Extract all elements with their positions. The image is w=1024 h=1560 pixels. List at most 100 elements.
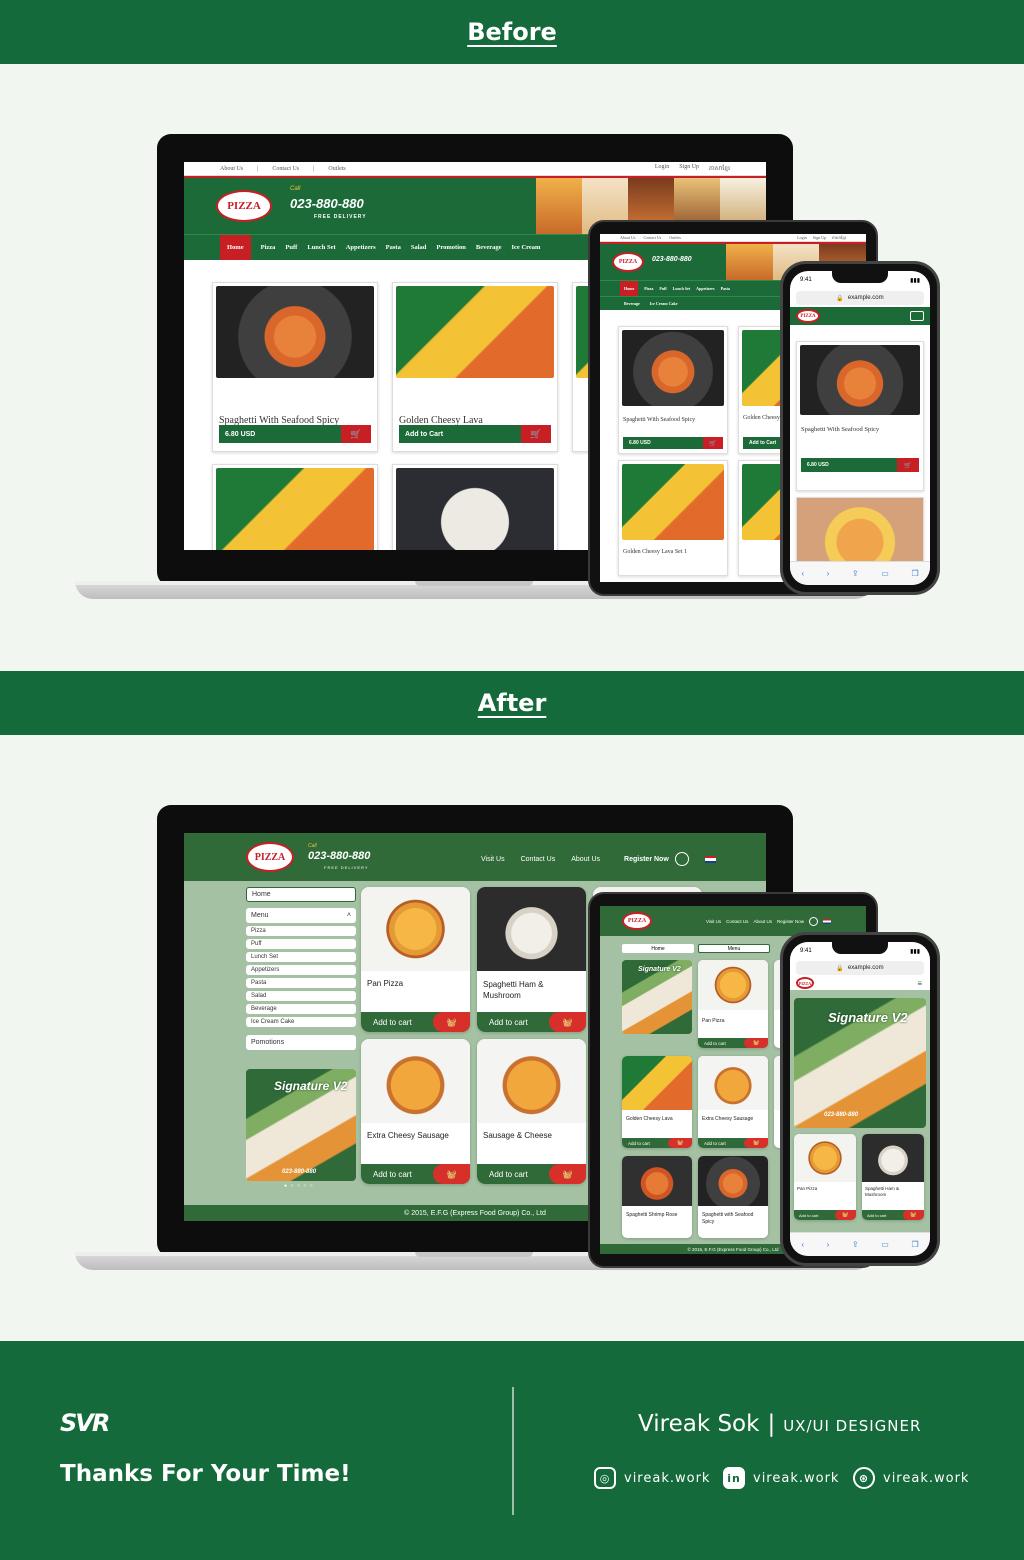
add-to-cart-button[interactable]: Add to cart 🧺 (622, 1138, 692, 1148)
bookmarks-icon[interactable]: ▭ (881, 1240, 889, 1249)
cart-icon[interactable]: 🛒 (703, 437, 723, 449)
carousel-dots[interactable]: ● ○ ○ ○ ○ (284, 1183, 314, 1189)
nav-lunch-set[interactable]: Lunch Set (673, 286, 690, 291)
nav-home[interactable]: Home (620, 281, 639, 296)
basket-icon[interactable]: 🧺 (432, 1164, 470, 1184)
url-bar[interactable]: 🔒 example.com (796, 291, 924, 305)
basket-icon[interactable]: 🧺 (744, 1038, 768, 1048)
uk-flag-icon[interactable] (704, 855, 716, 863)
nav-lunch-set[interactable]: Lunch Set (307, 244, 335, 251)
nav-ice-cream[interactable]: Ice Cream (512, 244, 541, 251)
signup-link[interactable]: Sign Up (679, 164, 699, 173)
basket-icon[interactable]: 🧺 (668, 1138, 692, 1148)
price-button[interactable]: 6.80 USD 🛒 (219, 425, 371, 443)
social-instagram[interactable]: ◎ vireak.work (594, 1467, 710, 1489)
pizza-company-logo[interactable]: PIZZA (796, 309, 820, 323)
nav-beverage[interactable]: Beverage (476, 244, 502, 251)
nav-ice-cream-cake[interactable]: Ice Cream Cake (650, 301, 678, 306)
social-linkedin[interactable]: in vireak.work (723, 1467, 839, 1489)
share-icon[interactable]: ⇪ (852, 1240, 859, 1249)
sidebar-item-pasta[interactable]: Pasta (246, 978, 356, 988)
pizza-company-logo[interactable]: PIZZA (622, 912, 652, 930)
nav-visit-us[interactable]: Visit Us (481, 856, 505, 863)
cart-icon[interactable]: 🛒 (897, 458, 919, 472)
uk-flag-icon[interactable] (822, 919, 831, 924)
add-to-cart-button[interactable]: Add to cart 🧺 (361, 1164, 470, 1184)
nav-contact-us[interactable]: Contact Us (726, 919, 748, 924)
pizza-company-logo[interactable]: PIZZA (216, 190, 272, 222)
nav-puff[interactable]: Puff (659, 286, 666, 291)
hamburger-menu-icon[interactable] (910, 311, 924, 321)
nav-about-us[interactable]: About Us (753, 919, 772, 924)
bookmarks-icon[interactable]: ▭ (881, 569, 889, 578)
nav-home[interactable]: Home (220, 235, 251, 260)
tabs-icon[interactable]: ❐ (911, 1240, 918, 1249)
nav-pizza[interactable]: Pizza (261, 244, 276, 251)
nav-pizza[interactable]: Pizza (644, 286, 653, 291)
price-button[interactable]: 6.80 USD 🛒 (623, 437, 723, 449)
top-link-contact[interactable]: Contact Us (272, 166, 299, 172)
forward-icon[interactable]: › (827, 569, 830, 578)
nav-promotion[interactable]: Promotion (436, 244, 466, 251)
basket-icon[interactable]: 🧺 (834, 1210, 856, 1220)
url-bar[interactable]: 🔒 example.com (796, 961, 924, 975)
top-link-outlets[interactable]: Outlets (669, 235, 681, 240)
price-button[interactable]: 6.80 USD 🛒 (801, 458, 919, 472)
login-link[interactable]: Login (797, 235, 807, 241)
top-link-about[interactable]: About Us (220, 166, 243, 172)
nav-about-us[interactable]: About Us (571, 856, 600, 863)
add-to-cart-button[interactable]: Add to cart 🧺 (477, 1012, 586, 1032)
language-link[interactable]: ភាសាខ្មែរ (709, 164, 730, 173)
basket-icon[interactable]: 🧺 (902, 1210, 924, 1220)
nav-beverage[interactable]: Beverage (624, 301, 640, 306)
top-link-about[interactable]: About Us (620, 235, 635, 240)
signature-promo-banner[interactable]: Signature V2 023-880-880 (246, 1069, 356, 1181)
sidebar-item-salad[interactable]: Salad (246, 991, 356, 1001)
signature-promo-banner[interactable]: Signature V2 023-880-880 (794, 998, 926, 1128)
sidebar-item-puff[interactable]: Puff (246, 939, 356, 949)
nav-puff[interactable]: Puff (285, 244, 297, 251)
signup-link[interactable]: Sign Up (813, 235, 826, 241)
register-now-link[interactable]: Register Now (624, 856, 669, 863)
hamburger-menu-icon[interactable]: ≡ (917, 979, 922, 988)
nav-appetizers[interactable]: Appetizers (346, 244, 376, 251)
nav-pasta[interactable]: Pasta (721, 286, 730, 291)
add-to-cart-button[interactable]: Add to Cart 🛒 (399, 425, 551, 443)
tab-menu[interactable]: Menu (698, 944, 770, 953)
basket-icon[interactable]: 🧺 (744, 1138, 768, 1148)
nav-visit-us[interactable]: Visit Us (706, 919, 721, 924)
basket-icon[interactable]: 🧺 (548, 1012, 586, 1032)
top-link-outlets[interactable]: Outlets (328, 166, 345, 172)
social-dribbble[interactable]: ⊛ vireak.work (853, 1467, 969, 1489)
register-now-link[interactable]: Register Now (777, 919, 804, 924)
cart-icon[interactable]: 🛒 (341, 425, 371, 443)
login-link[interactable]: Login (655, 164, 669, 173)
sidebar-item-pizza[interactable]: Pizza (246, 926, 356, 936)
sidebar-item-ice-cream-cake[interactable]: Ice Cream Cake (246, 1017, 356, 1027)
tab-home[interactable]: Home (622, 944, 694, 953)
sidebar-item-appetizers[interactable]: Appetizers (246, 965, 356, 975)
nav-salad[interactable]: Salad (411, 244, 427, 251)
back-icon[interactable]: ‹ (801, 569, 804, 578)
pizza-company-logo[interactable]: PIZZA (796, 977, 814, 989)
user-account-icon[interactable] (674, 852, 689, 866)
forward-icon[interactable]: › (827, 1240, 830, 1249)
cart-icon[interactable]: 🛒 (521, 425, 551, 443)
add-to-cart-button[interactable]: Add to cart 🧺 (794, 1210, 856, 1220)
add-to-cart-button[interactable]: Add to cart 🧺 (477, 1164, 586, 1184)
sidebar-item-beverage[interactable]: Beverage (246, 1004, 356, 1014)
tabs-icon[interactable]: ❐ (911, 569, 918, 578)
top-link-contact[interactable]: Contact Us (643, 235, 661, 240)
sidebar-promotions[interactable]: Pomotions (246, 1035, 356, 1050)
add-to-cart-button[interactable]: Add to cart 🧺 (698, 1138, 768, 1148)
sidebar-home[interactable]: Home (246, 887, 356, 902)
signature-promo-banner[interactable]: Signature V2 (622, 960, 692, 1034)
basket-icon[interactable]: 🧺 (548, 1164, 586, 1184)
sidebar-item-lunch-set[interactable]: Lunch Set (246, 952, 356, 962)
add-to-cart-button[interactable]: Add to cart 🧺 (698, 1038, 768, 1048)
user-account-icon[interactable] (808, 917, 818, 926)
share-icon[interactable]: ⇪ (852, 569, 859, 578)
nav-appetizers[interactable]: Appetizers (696, 286, 714, 291)
pizza-company-logo[interactable]: PIZZA (246, 842, 294, 872)
basket-icon[interactable]: 🧺 (432, 1012, 470, 1032)
